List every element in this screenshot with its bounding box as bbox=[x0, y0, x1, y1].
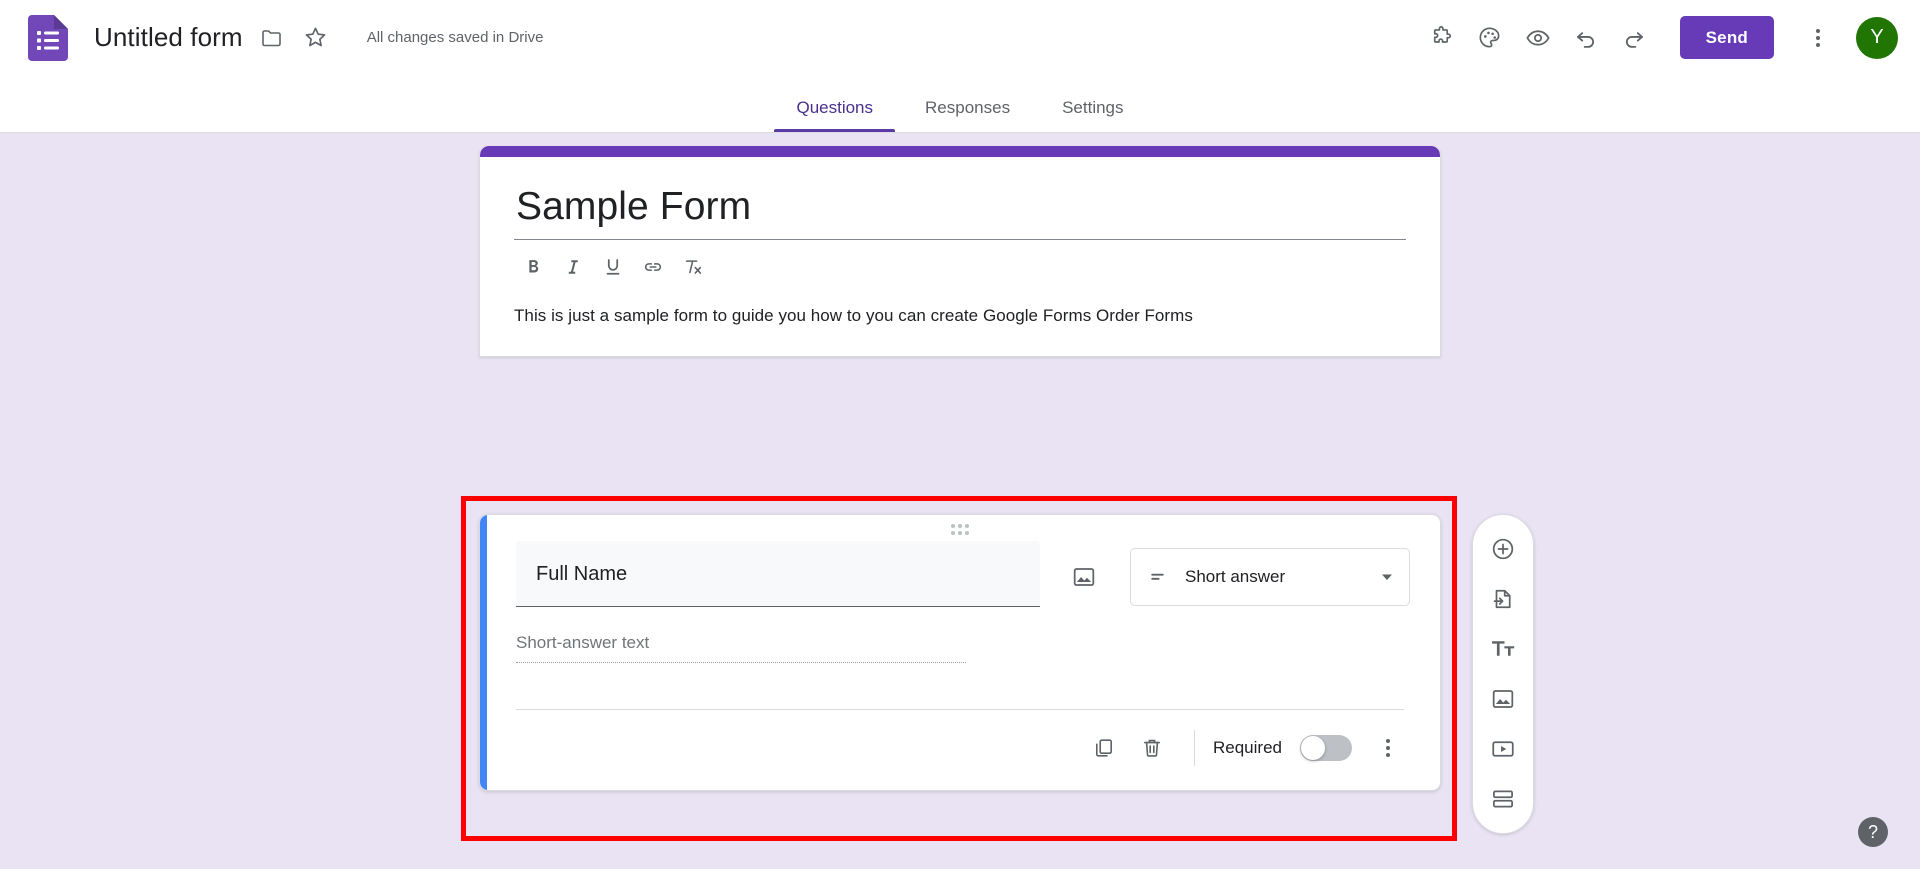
form-canvas: Sample Form This is just a sample form t… bbox=[0, 133, 1920, 869]
link-icon[interactable] bbox=[634, 248, 672, 286]
required-toggle[interactable] bbox=[1300, 735, 1352, 761]
duplicate-icon[interactable] bbox=[1080, 724, 1128, 772]
required-label: Required bbox=[1213, 738, 1282, 757]
eye-preview-icon[interactable] bbox=[1514, 14, 1562, 62]
required-toggle-knob bbox=[1301, 736, 1325, 760]
folder-icon[interactable] bbox=[257, 23, 287, 53]
question-title-input[interactable]: Full Name bbox=[516, 541, 1040, 607]
add-image-icon[interactable] bbox=[1060, 553, 1108, 601]
question-header-row: Full Name Short answer bbox=[480, 537, 1440, 607]
clear-formatting-icon[interactable] bbox=[674, 248, 712, 286]
top-bar-actions: Send Y bbox=[1418, 14, 1898, 62]
italic-icon[interactable] bbox=[554, 248, 592, 286]
chevron-down-icon bbox=[1379, 569, 1395, 585]
add-title-description-icon[interactable] bbox=[1479, 625, 1527, 673]
form-accent-stripe bbox=[480, 146, 1440, 157]
form-tabs: Questions Responses Settings bbox=[0, 75, 1920, 133]
editor-side-toolbar bbox=[1472, 514, 1534, 834]
save-status-text: All changes saved in Drive bbox=[366, 29, 544, 46]
add-question-icon[interactable] bbox=[1479, 525, 1527, 573]
question-footer-actions: Required bbox=[480, 710, 1440, 790]
add-video-icon[interactable] bbox=[1479, 725, 1527, 773]
add-image-icon[interactable] bbox=[1479, 675, 1527, 723]
answer-placeholder-text: Short-answer text bbox=[516, 633, 966, 663]
question-more-options-button[interactable] bbox=[1364, 724, 1412, 772]
avatar[interactable]: Y bbox=[1856, 16, 1898, 59]
google-forms-logo-icon[interactable] bbox=[28, 14, 68, 61]
underline-icon[interactable] bbox=[594, 248, 632, 286]
tab-responses[interactable]: Responses bbox=[903, 98, 1032, 132]
import-questions-icon[interactable] bbox=[1479, 575, 1527, 623]
short-answer-icon bbox=[1149, 566, 1171, 588]
undo-icon[interactable] bbox=[1562, 14, 1610, 62]
top-app-bar: Untitled form All changes saved in Drive bbox=[0, 0, 1920, 75]
question-type-label: Short answer bbox=[1185, 567, 1286, 586]
tab-settings[interactable]: Settings bbox=[1040, 98, 1145, 132]
trash-icon[interactable] bbox=[1128, 724, 1176, 772]
send-button[interactable]: Send bbox=[1679, 16, 1774, 59]
question-card-wrapper: Full Name Short answer Short-answer text… bbox=[479, 514, 1441, 791]
help-question-icon[interactable]: ? bbox=[1858, 817, 1888, 847]
document-title[interactable]: Untitled form bbox=[94, 22, 243, 53]
form-header-card: Sample Form This is just a sample form t… bbox=[479, 146, 1441, 357]
bold-icon[interactable] bbox=[514, 248, 552, 286]
palette-icon[interactable] bbox=[1466, 14, 1514, 62]
add-section-icon[interactable] bbox=[1479, 775, 1527, 823]
addons-puzzle-icon[interactable] bbox=[1418, 14, 1466, 62]
form-description[interactable]: This is just a sample form to guide you … bbox=[514, 290, 1406, 326]
redo-icon[interactable] bbox=[1610, 14, 1658, 62]
more-options-button[interactable] bbox=[1794, 14, 1842, 62]
star-outline-icon[interactable] bbox=[301, 23, 331, 53]
question-card[interactable]: Full Name Short answer Short-answer text… bbox=[479, 514, 1441, 791]
rich-text-toolbar bbox=[514, 240, 1406, 290]
answer-preview: Short-answer text bbox=[516, 633, 966, 663]
question-type-select[interactable]: Short answer bbox=[1130, 548, 1410, 606]
footer-divider bbox=[1194, 730, 1195, 766]
question-selected-indicator bbox=[480, 515, 487, 790]
drag-handle-dots-icon[interactable] bbox=[480, 515, 1440, 537]
form-title-input[interactable]: Sample Form bbox=[514, 179, 1406, 240]
tab-questions[interactable]: Questions bbox=[774, 98, 895, 132]
